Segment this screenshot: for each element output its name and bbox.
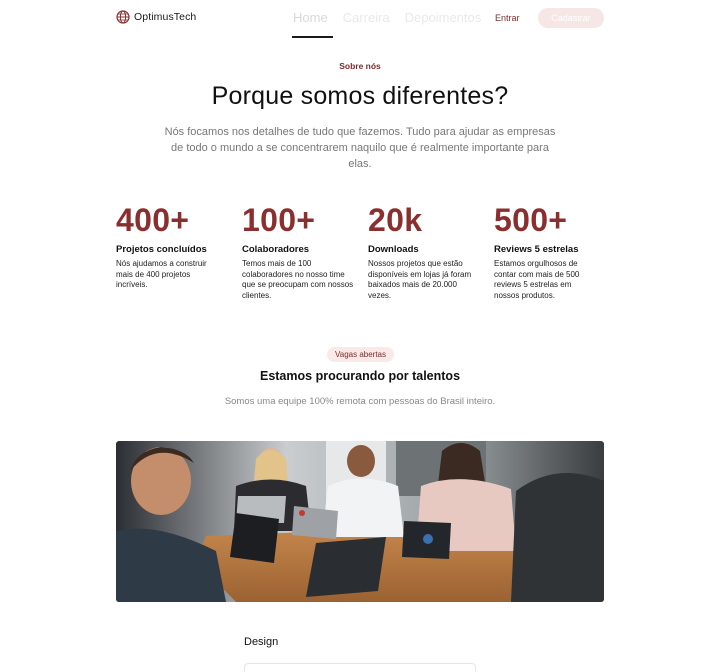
stat-projects: 400+ Projetos concluídos Nós ajudamos a … bbox=[116, 202, 214, 291]
stat-title: Colaboradores bbox=[242, 244, 310, 255]
stat-description: Nossos projetos que estão disponíveis em… bbox=[368, 259, 472, 300]
stat-reviews: 500+ Reviews 5 estrelas Estamos orgulhos… bbox=[494, 202, 592, 301]
job-card[interactable] bbox=[244, 663, 476, 672]
stat-description: Estamos orgulhosos de contar com mais de… bbox=[494, 259, 580, 300]
stat-value: 500+ bbox=[494, 202, 568, 238]
nav-link-home[interactable]: Home bbox=[293, 10, 328, 26]
top-navbar: OptimusTech Home Carreira Depoimentos En… bbox=[0, 0, 720, 38]
careers-title: Estamos procurando por talentos bbox=[259, 369, 461, 383]
stat-title: Downloads bbox=[368, 244, 419, 255]
active-nav-indicator bbox=[292, 36, 333, 38]
stat-description: Nós ajudamos a construir mais de 400 pro… bbox=[116, 259, 207, 289]
stat-value: 400+ bbox=[116, 202, 190, 238]
about-eyebrow: Sobre nós bbox=[339, 61, 381, 71]
team-photo bbox=[116, 441, 604, 602]
stat-title: Reviews 5 estrelas bbox=[494, 244, 579, 255]
page-title: Porque somos diferentes? bbox=[211, 82, 509, 110]
department-heading: Design bbox=[244, 636, 279, 648]
stat-downloads: 20k Downloads Nossos projetos que estão … bbox=[368, 202, 471, 301]
about-description: Nós focamos nos detalhes de tudo que faz… bbox=[164, 126, 556, 170]
careers-description: Somos uma equipe 100% remota com pessoas… bbox=[224, 396, 496, 407]
login-link[interactable]: Entrar bbox=[495, 13, 520, 23]
nav-link-depoimentos[interactable]: Depoimentos bbox=[405, 10, 482, 26]
nav-links: Home Carreira Depoimentos bbox=[293, 10, 496, 26]
stat-value: 20k bbox=[368, 202, 423, 238]
globe-icon bbox=[116, 10, 130, 24]
brand-name: OptimusTech bbox=[134, 11, 197, 23]
brand-logo[interactable]: OptimusTech bbox=[116, 10, 196, 24]
stat-description: Temos mais de 100 colaboradores no nosso… bbox=[242, 259, 354, 300]
stat-value: 100+ bbox=[242, 202, 316, 238]
stat-collaborators: 100+ Colaboradores Temos mais de 100 col… bbox=[242, 202, 353, 301]
signup-button[interactable]: Cadastrar bbox=[538, 8, 604, 28]
open-positions-badge: Vagas abertas bbox=[327, 347, 394, 362]
nav-link-carreira[interactable]: Carreira bbox=[343, 10, 390, 26]
stat-title: Projetos concluídos bbox=[116, 244, 207, 255]
